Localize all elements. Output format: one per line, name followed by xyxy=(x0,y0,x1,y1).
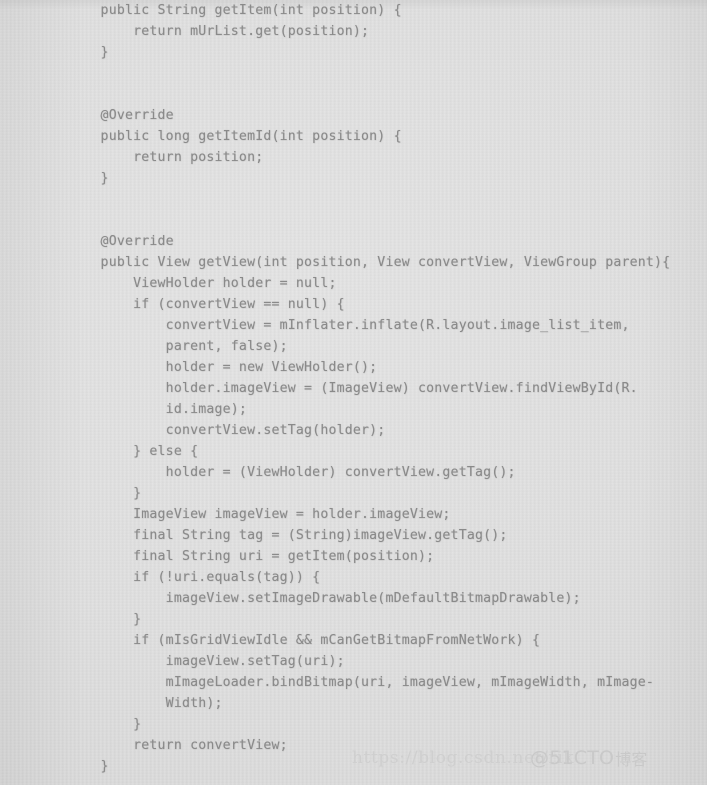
code-line: holder = (ViewHolder) convertView.getTag… xyxy=(68,465,516,480)
code-line: ViewHolder holder = null; xyxy=(68,276,337,291)
code-line: if (!uri.equals(tag)) { xyxy=(68,570,321,585)
code-listing: public String getItem(int position) { re… xyxy=(0,0,707,785)
code-line: id.image); xyxy=(68,402,248,417)
code-line: } xyxy=(68,612,142,627)
code-line: Width); xyxy=(68,696,223,711)
code-line: public View getView(int position, View c… xyxy=(68,255,671,270)
code-line: } else { xyxy=(68,444,199,459)
code-line: @Override xyxy=(68,108,174,123)
code-line: public long getItemId(int position) { xyxy=(68,129,402,144)
code-line: mImageLoader.bindBitmap(uri, imageView, … xyxy=(68,675,655,690)
scanned-code-page: public String getItem(int position) { re… xyxy=(0,0,707,785)
code-line: public String getItem(int position) { xyxy=(68,3,402,18)
code-line: } xyxy=(68,45,109,60)
code-line: ImageView imageView = holder.imageView; xyxy=(68,507,451,522)
code-line: } xyxy=(68,717,142,732)
code-line: } xyxy=(68,486,142,501)
code-line: final String uri = getItem(position); xyxy=(68,549,435,564)
code-line: } xyxy=(68,759,109,774)
code-line: parent, false); xyxy=(68,339,288,354)
code-line: if (convertView == null) { xyxy=(68,297,345,312)
code-line: convertView.setTag(holder); xyxy=(68,423,386,438)
code-line: if (mIsGridViewIdle && mCanGetBitmapFrom… xyxy=(68,633,541,648)
code-line: return convertView; xyxy=(68,738,288,753)
code-line: holder.imageView = (ImageView) convertVi… xyxy=(68,381,638,396)
code-line: final String tag = (String)imageView.get… xyxy=(68,528,508,543)
code-line: @Override xyxy=(68,234,174,249)
code-line: return mUrList.get(position); xyxy=(68,24,370,39)
code-line: imageView.setImageDrawable(mDefaultBitma… xyxy=(68,591,581,606)
code-line: return position; xyxy=(68,150,264,165)
code-line: convertView = mInflater.inflate(R.layout… xyxy=(68,318,630,333)
code-line: imageView.setTag(uri); xyxy=(68,654,345,669)
code-line: holder = new ViewHolder(); xyxy=(68,360,378,375)
code-line: } xyxy=(68,171,109,186)
